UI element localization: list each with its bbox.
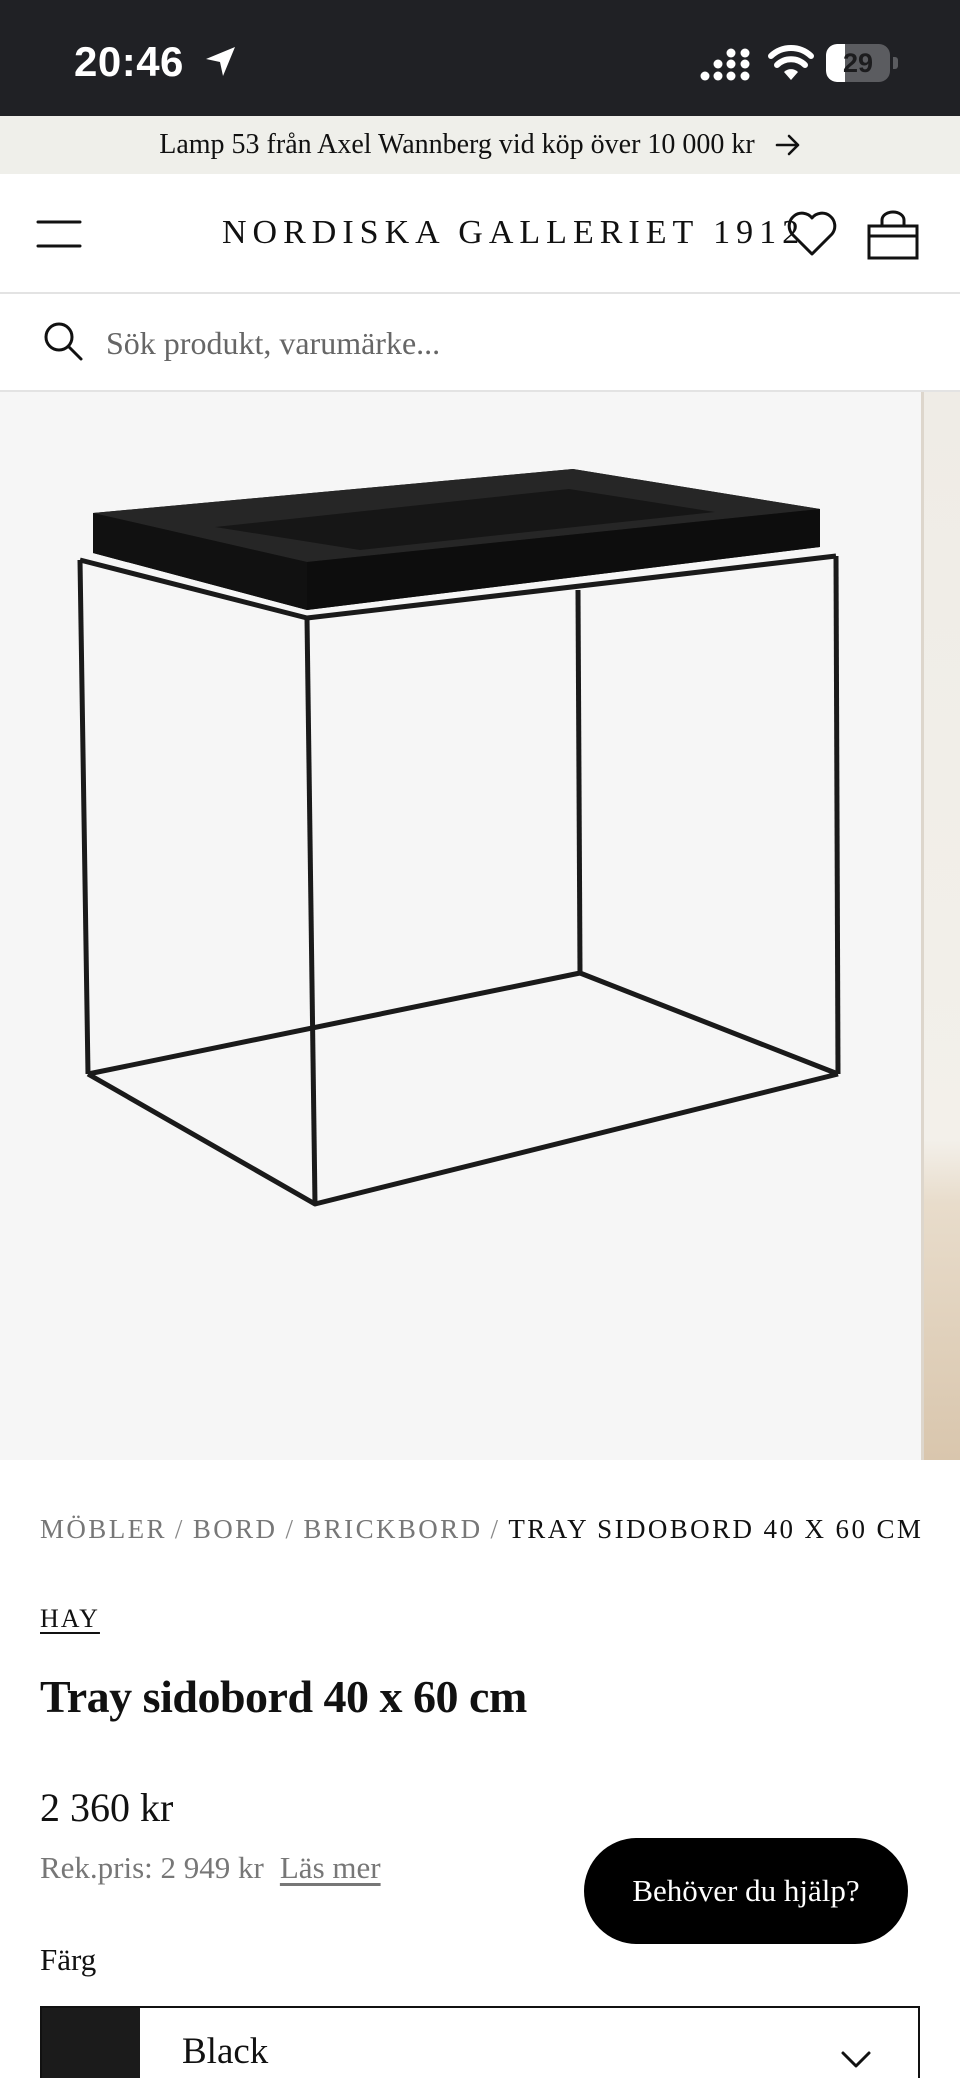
color-swatch [42, 2008, 140, 2078]
next-image-edge [921, 392, 924, 1460]
battery-cap [893, 57, 898, 69]
chevron-down-icon [841, 2051, 871, 2068]
battery-level: 29 [842, 48, 874, 78]
product-image[interactable] [0, 392, 920, 1460]
color-select[interactable]: Black [40, 2006, 920, 2078]
menu-icon[interactable] [36, 218, 82, 250]
brand-link[interactable]: HAY [40, 1604, 100, 1634]
breadcrumb-separator: / [490, 1514, 501, 1544]
cellular-signal-icon [700, 48, 750, 81]
arrow-right-icon [775, 134, 800, 156]
recommended-price: Rek.pris: 2 949 kr Läs mer [40, 1850, 381, 1886]
site-logo[interactable]: NORDISKA GALLERIET 1912 [222, 214, 805, 252]
promo-banner[interactable]: Lamp 53 från Axel Wannberg vid köp över … [0, 116, 960, 174]
location-arrow-icon [206, 47, 235, 76]
breadcrumb-current: TRAY SIDOBORD 40 X 60 CM [508, 1514, 924, 1544]
heart-icon[interactable] [786, 210, 838, 258]
read-more-link[interactable]: Läs mer [280, 1850, 381, 1885]
site-header: NORDISKA GALLERIET 1912 [0, 174, 960, 294]
search-bar [0, 296, 960, 392]
search-icon[interactable] [42, 320, 84, 362]
shopping-bag-icon[interactable] [866, 210, 920, 260]
breadcrumb-item-mobler[interactable]: MÖBLER [40, 1514, 167, 1544]
search-input[interactable] [106, 318, 926, 368]
recommended-price-text: Rek.pris: 2 949 kr [40, 1850, 264, 1885]
breadcrumb-separator: / [174, 1514, 185, 1544]
tray-table-image [77, 469, 841, 1207]
breadcrumb: MÖBLER / BORD / BRICKBORD / TRAY SIDOBORD 40 X… [40, 1514, 960, 1545]
breadcrumb-separator: / [285, 1514, 296, 1544]
status-bar: 20:46 29 [0, 0, 960, 116]
color-label: Färg [40, 1942, 97, 1977]
help-button[interactable]: Behöver du hjälp? [584, 1838, 908, 1944]
battery-body: 29 [826, 44, 890, 82]
wifi-icon [768, 45, 814, 80]
breadcrumb-item-brickbord[interactable]: BRICKBORD [303, 1514, 482, 1544]
next-image-preview[interactable] [921, 392, 960, 1460]
product-gallery[interactable] [0, 392, 960, 1460]
product-title: Tray sidobord 40 x 60 cm [40, 1671, 527, 1722]
breadcrumb-item-bord[interactable]: BORD [193, 1514, 278, 1544]
battery-icon: 29 [826, 44, 898, 82]
status-time: 20:46 [74, 38, 184, 85]
color-selected-value: Black [182, 2031, 269, 2072]
product-price: 2 360 kr [40, 1785, 174, 1830]
promo-text: Lamp 53 från Axel Wannberg vid köp över … [159, 129, 755, 160]
